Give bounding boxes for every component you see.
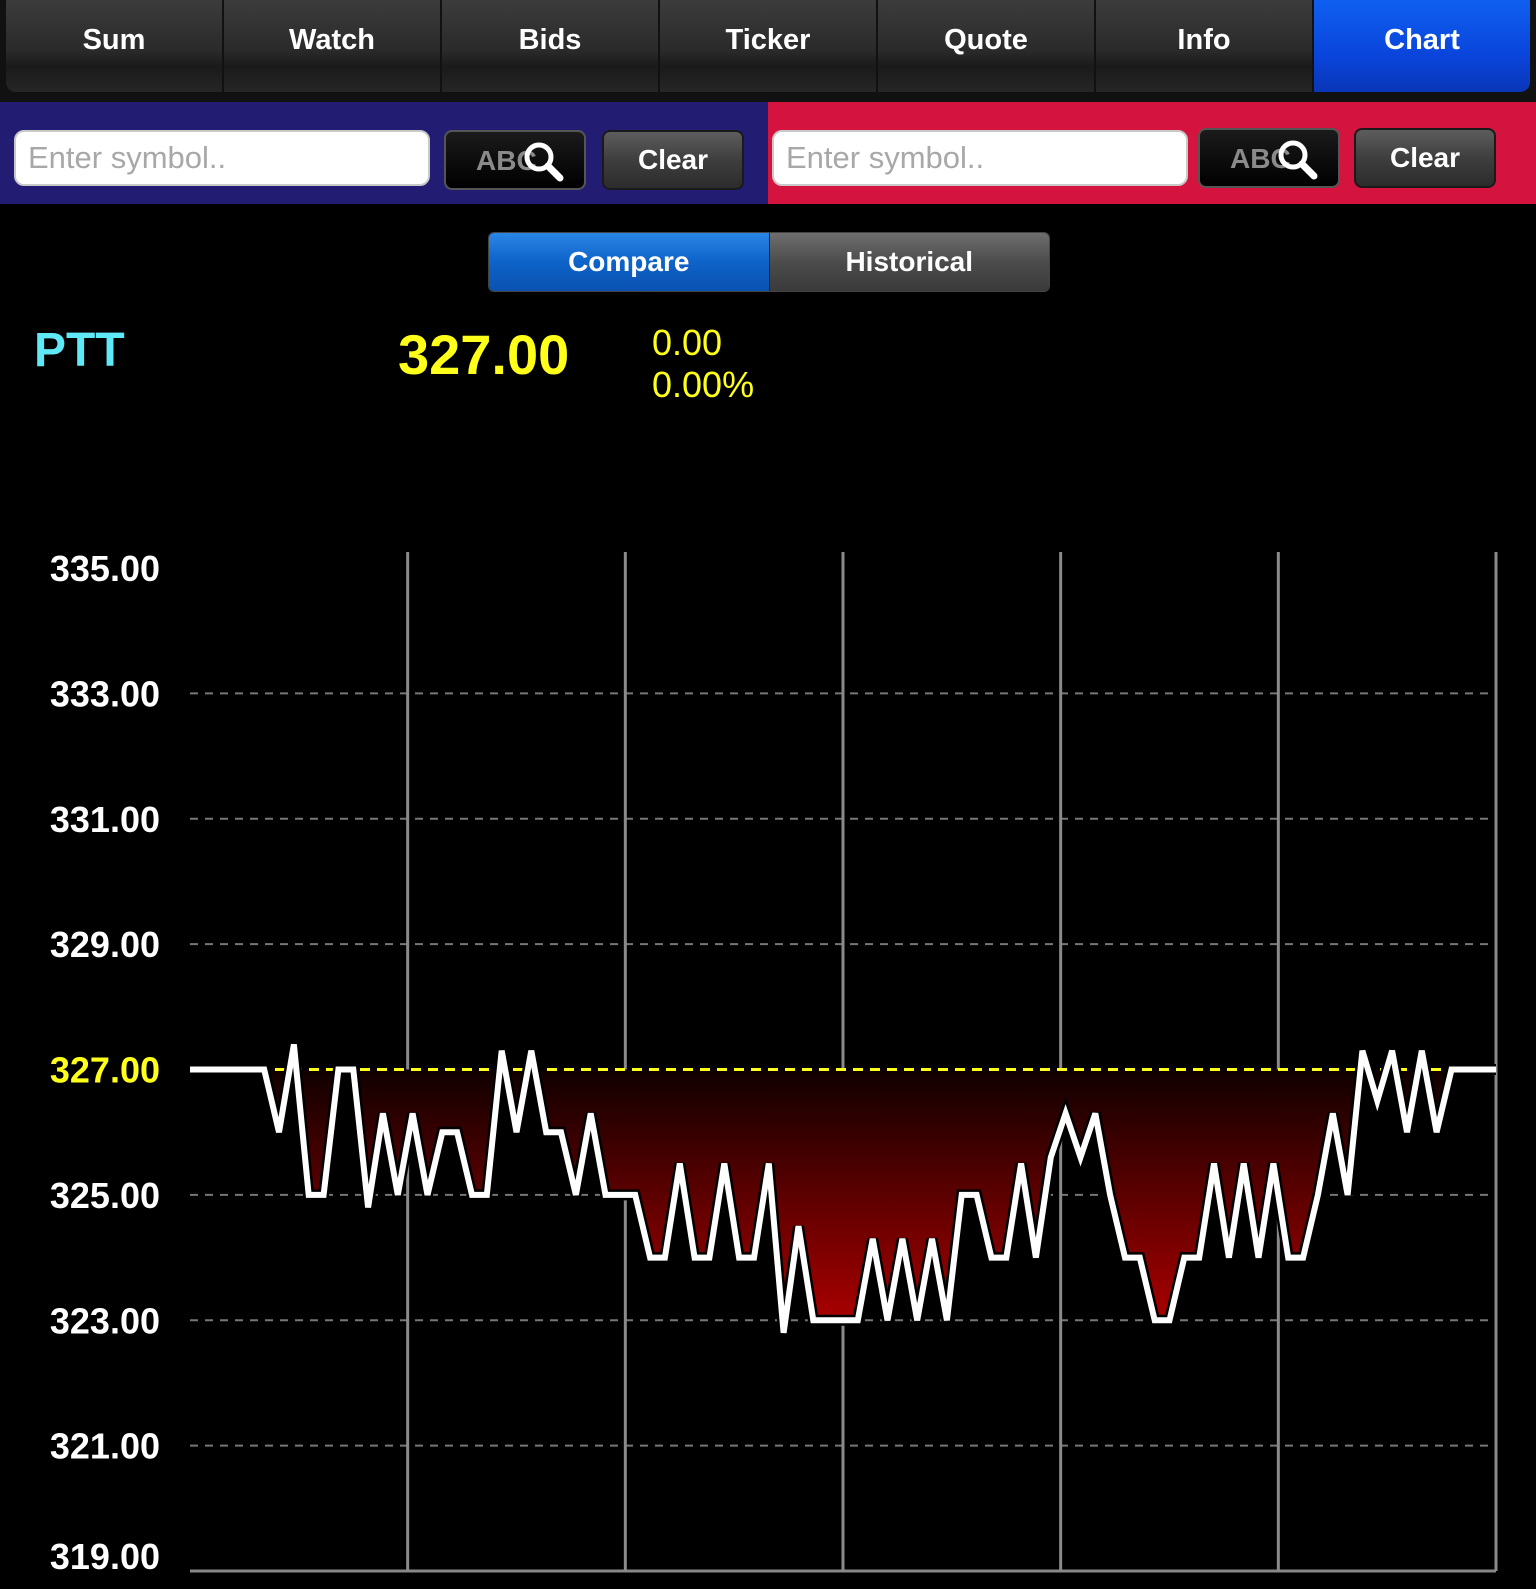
area-fill: [190, 1069, 1496, 1333]
y-tick-label: 323.00: [50, 1300, 160, 1341]
chart-grid: [190, 552, 1498, 1573]
chart-y-axis: 335.00 333.00 331.00 329.00 327.00 325.00 323.…: [50, 548, 160, 1577]
chart-area-fill: [190, 1069, 1496, 1333]
price-chart: 335.00 333.00 331.00 329.00 327.00 325.00 323.…: [50, 548, 1498, 1577]
y-tick-label: 327.00: [50, 1050, 160, 1091]
y-tick-label: 329.00: [50, 924, 160, 965]
y-tick-label: 333.00: [50, 673, 160, 714]
y-tick-label: 325.00: [50, 1175, 160, 1216]
y-tick-label: 321.00: [50, 1426, 160, 1467]
y-tick-label: 331.00: [50, 799, 160, 840]
y-tick-label: 335.00: [50, 548, 160, 589]
y-tick-label: 319.00: [50, 1536, 160, 1577]
